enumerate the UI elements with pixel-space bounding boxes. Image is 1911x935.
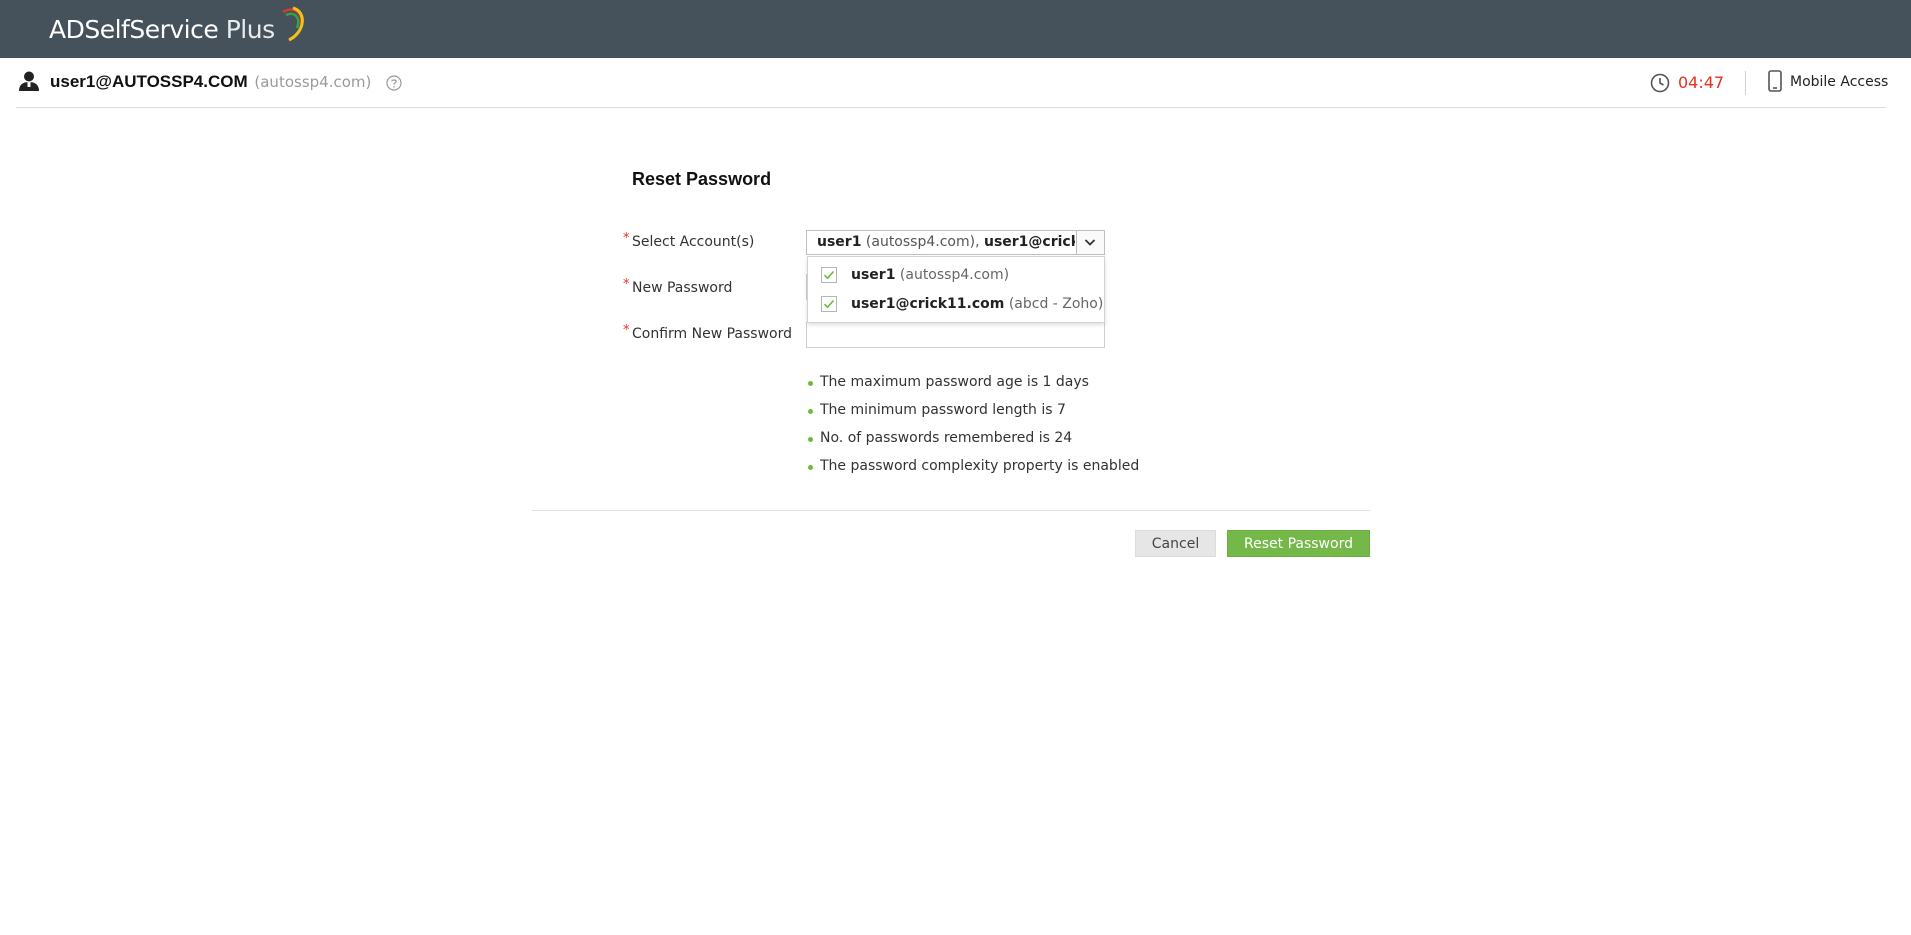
new-password-label: New Password xyxy=(632,280,733,296)
clock-icon xyxy=(1650,73,1670,93)
page-title: Reset Password xyxy=(632,169,772,189)
required-marker: * xyxy=(623,231,630,246)
mobile-icon[interactable] xyxy=(1768,70,1782,92)
policy-rule: No. of passwords remembered is 24 xyxy=(808,430,1139,458)
checkmark-icon xyxy=(823,270,835,280)
password-policy-list: The maximum password age is 1 days The m… xyxy=(808,374,1139,486)
bullet-icon xyxy=(808,437,813,442)
bullet-icon xyxy=(808,465,813,470)
chevron-down-icon xyxy=(1084,239,1096,246)
user-bar: user1@AUTOSSP4.COM (autossp4.com) 04:47 … xyxy=(16,58,1888,108)
logo-plus-text: Plus xyxy=(225,15,275,44)
checkmark-icon xyxy=(823,299,835,309)
account-select-toggle[interactable] xyxy=(1076,231,1104,254)
account-select[interactable]: user1 (autossp4.com), user1@crick11.com xyxy=(806,230,1105,255)
required-marker: * xyxy=(623,323,630,338)
userbar-separator xyxy=(1745,71,1746,95)
username-text: user1@AUTOSSP4.COM xyxy=(50,72,248,91)
cancel-button[interactable]: Cancel xyxy=(1135,530,1216,557)
form-divider xyxy=(532,510,1370,511)
policy-rule: The maximum password age is 1 days xyxy=(808,374,1139,402)
mobile-access-link[interactable]: Mobile Access xyxy=(1790,74,1888,90)
session-timer: 04:47 xyxy=(1678,73,1725,92)
account-select-value: user1 (autossp4.com), user1@crick11.com xyxy=(817,234,1075,250)
confirm-password-input[interactable] xyxy=(806,322,1105,348)
app-logo[interactable]: ADSelfService Plus xyxy=(49,6,304,46)
account-option-label: user1@crick11.com (abcd - Zoho) xyxy=(851,296,1104,312)
logo-text: ADSelfService xyxy=(49,15,219,44)
user-name: user1@AUTOSSP4.COM (autossp4.com) xyxy=(50,72,371,92)
account-checkbox[interactable] xyxy=(821,296,837,312)
logo-swoosh-icon xyxy=(282,6,304,42)
top-bar: ADSelfService Plus xyxy=(0,0,1911,58)
policy-rule: The minimum password length is 7 xyxy=(808,402,1139,430)
account-dropdown: user1 (autossp4.com) user1@crick11.com (… xyxy=(807,256,1105,323)
bullet-icon xyxy=(808,381,813,386)
help-icon[interactable] xyxy=(386,75,402,91)
account-option-label: user1 (autossp4.com) xyxy=(851,267,1010,283)
bullet-icon xyxy=(808,409,813,414)
select-accounts-label: Select Account(s) xyxy=(632,234,755,250)
policy-rule: The password complexity property is enab… xyxy=(808,458,1139,486)
confirm-password-label: Confirm New Password xyxy=(632,326,793,342)
account-checkbox[interactable] xyxy=(821,267,837,283)
user-domain: (autossp4.com) xyxy=(254,73,372,91)
reset-password-button[interactable]: Reset Password xyxy=(1227,530,1370,557)
user-icon xyxy=(19,71,39,91)
required-marker: * xyxy=(623,277,630,292)
